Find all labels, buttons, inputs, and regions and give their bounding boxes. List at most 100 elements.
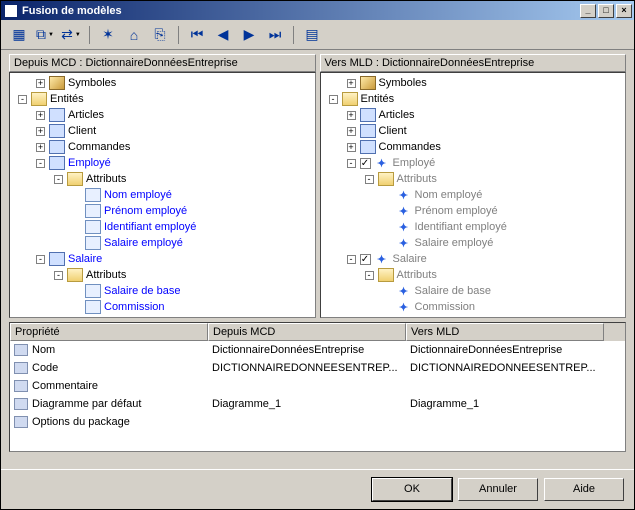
expand-icon[interactable]: + (347, 111, 356, 120)
tree-node[interactable]: +Client (10, 123, 315, 139)
tree-node[interactable]: Identifiant employé (10, 219, 315, 235)
entity-icon (49, 156, 65, 170)
tree-node-label: Salaire de base (104, 285, 180, 297)
expand-icon[interactable]: + (36, 143, 45, 152)
tree-node-label: Attributs (397, 269, 437, 281)
property-row[interactable]: Diagramme par défautDiagramme_1Diagramme… (10, 395, 625, 413)
tree-node[interactable]: Nom employé (10, 187, 315, 203)
sync-icon: ✦ (396, 236, 412, 250)
tree-node[interactable]: Commission (10, 299, 315, 315)
expand-icon[interactable]: + (347, 127, 356, 136)
tree-node[interactable]: ✦Salaire de base (321, 283, 626, 299)
ok-button[interactable]: OK (372, 478, 452, 501)
nav-prev-icon[interactable]: ◀ (213, 25, 233, 45)
collapse-icon[interactable]: - (36, 159, 45, 168)
tree-node[interactable]: -Attributs (10, 171, 315, 187)
collapse-icon[interactable]: - (347, 255, 356, 264)
tree-node[interactable]: +Articles (321, 107, 626, 123)
close-button[interactable]: × (616, 4, 632, 18)
sync-icon: ✦ (374, 252, 390, 266)
nav-last-icon[interactable]: ⏭ (265, 25, 285, 45)
collapse-icon[interactable]: - (347, 159, 356, 168)
entity-icon (360, 108, 376, 122)
collapse-icon[interactable]: - (365, 175, 374, 184)
tree-node[interactable]: +Symboles (10, 75, 315, 91)
property-name: Commentaire (32, 380, 98, 392)
column-header[interactable]: Vers MLD (406, 323, 604, 341)
expand-icon[interactable]: + (36, 79, 45, 88)
entity-icon (49, 124, 65, 138)
titlebar: Fusion de modèles _ □ × (1, 1, 634, 20)
nav-first-icon[interactable]: ⏮ (187, 25, 207, 45)
tree-node[interactable]: - Entités (321, 91, 626, 107)
folder-icon (342, 92, 358, 106)
bookmark-icon[interactable]: ⎘ (150, 25, 170, 45)
tree-node[interactable]: +Client (321, 123, 626, 139)
tree-node-label: Salaire employé (415, 237, 494, 249)
tree-node-label: Entités (361, 93, 395, 105)
tree-node[interactable]: ✦Prénom employé (321, 203, 626, 219)
tree-node-label: Salaire de base (415, 285, 491, 297)
property-row[interactable]: CodeDICTIONNAIREDONNEESENTREP...DICTIONN… (10, 359, 625, 377)
checkbox[interactable]: ✓ (360, 158, 371, 169)
help-button[interactable]: Aide (544, 478, 624, 501)
tree-node[interactable]: ✦Commission (321, 299, 626, 315)
tree-node[interactable]: +Symboles (321, 75, 626, 91)
tree-node[interactable]: -Entités (10, 91, 315, 107)
report-icon[interactable]: ▤ (302, 25, 322, 45)
property-row[interactable]: Commentaire (10, 377, 625, 395)
collapse-icon[interactable]: - (36, 255, 45, 264)
tree-node[interactable]: ✦Salaire employé (321, 235, 626, 251)
collapse-icon[interactable]: - (54, 271, 63, 280)
expand-icon[interactable]: + (347, 143, 356, 152)
tree-node[interactable]: Prénom employé (10, 203, 315, 219)
nav-next-icon[interactable]: ▶ (239, 25, 259, 45)
expand-icon[interactable]: + (347, 79, 356, 88)
tree-node[interactable]: -Salaire (10, 251, 315, 267)
tree-node[interactable]: -✓✦Salaire (321, 251, 626, 267)
property-cell: Diagramme par défaut (10, 398, 208, 410)
property-cell: DICTIONNAIREDONNEESENTREP... (208, 362, 406, 374)
property-cell: Diagramme_1 (208, 398, 406, 410)
tree-node[interactable]: +Commandes (321, 139, 626, 155)
collapse-icon[interactable]: - (365, 271, 374, 280)
tree-node[interactable]: Salaire employé (10, 235, 315, 251)
tree-node[interactable]: - Attributs (321, 267, 626, 283)
collapse-icon[interactable]: - (54, 175, 63, 184)
expand-icon[interactable]: + (36, 127, 45, 136)
open-icon[interactable]: ▦ (9, 25, 29, 45)
tree-node[interactable]: Salaire de base (10, 283, 315, 299)
collapse-icon[interactable]: - (18, 95, 27, 104)
properties-grid[interactable]: PropriétéDepuis MCDVers MLDNomDictionnai… (9, 322, 626, 452)
attribute-icon (85, 220, 101, 234)
left-tree[interactable]: +Symboles-Entités+Articles+Client+Comman… (9, 72, 316, 318)
copy-icon[interactable]: ⧉ (35, 25, 55, 45)
tree-node[interactable]: +Commandes (10, 139, 315, 155)
tree-node[interactable]: -Attributs (10, 267, 315, 283)
tree-node-label: Commission (104, 301, 165, 313)
collapse-icon[interactable]: - (329, 95, 338, 104)
new-icon[interactable]: ✶ (98, 25, 118, 45)
compare-icon[interactable]: ⇄ (61, 25, 81, 45)
property-row[interactable]: NomDictionnaireDonnéesEntrepriseDictionn… (10, 341, 625, 359)
sync-icon: ✦ (396, 188, 412, 202)
column-header[interactable]: Propriété (10, 323, 208, 341)
folder-icon (67, 268, 83, 282)
tag-icon[interactable]: ⌂ (124, 25, 144, 45)
expand-icon[interactable]: + (36, 111, 45, 120)
property-row[interactable]: Options du package (10, 413, 625, 431)
toolbar-separator (89, 26, 90, 44)
properties-header: PropriétéDepuis MCDVers MLD (10, 323, 625, 341)
tree-node[interactable]: -✓✦Employé (321, 155, 626, 171)
maximize-button[interactable]: □ (598, 4, 614, 18)
right-tree[interactable]: +Symboles - Entités +Articles+Client+Comman… (320, 72, 627, 318)
tree-node[interactable]: ✦Nom employé (321, 187, 626, 203)
tree-node[interactable]: +Articles (10, 107, 315, 123)
column-header[interactable]: Depuis MCD (208, 323, 406, 341)
checkbox[interactable]: ✓ (360, 254, 371, 265)
minimize-button[interactable]: _ (580, 4, 596, 18)
tree-node[interactable]: -Employé (10, 155, 315, 171)
tree-node[interactable]: -Attributs (321, 171, 626, 187)
cancel-button[interactable]: Annuler (458, 478, 538, 501)
tree-node[interactable]: ✦Identifiant employé (321, 219, 626, 235)
